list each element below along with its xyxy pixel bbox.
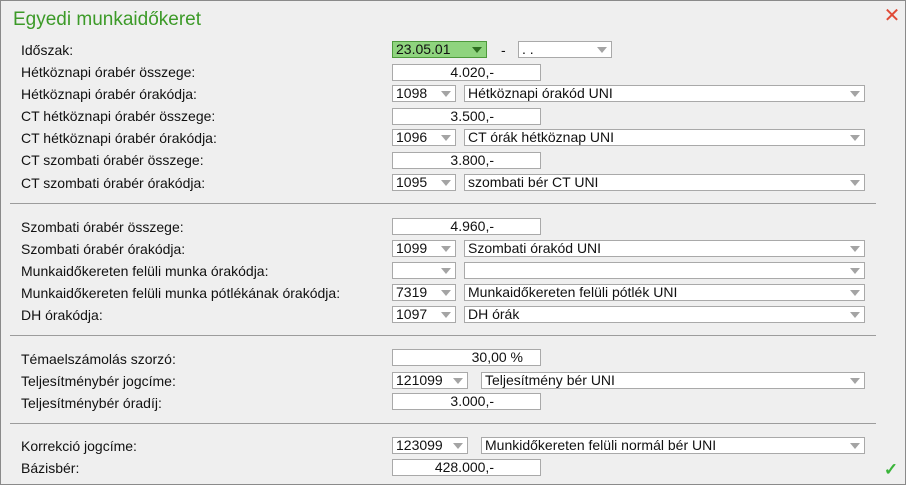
ct-hetkoz-orakod-code-select[interactable]: 1096 bbox=[392, 129, 456, 146]
ct-szomb-orakod-code: 1095 bbox=[396, 174, 428, 190]
chevron-down-icon bbox=[850, 91, 860, 97]
chevron-down-icon bbox=[850, 180, 860, 186]
ct-hetkoz-orakod-label: CT hétköznapi órabér órakódja: bbox=[21, 130, 217, 146]
hetkoz-orakod-code: 1098 bbox=[396, 85, 428, 101]
chevron-down-icon bbox=[850, 290, 860, 296]
chevron-down-icon bbox=[850, 135, 860, 141]
ct-hetkoz-osszeg-field[interactable]: 3.500,- bbox=[392, 108, 541, 125]
close-icon[interactable]: ✕ bbox=[882, 6, 902, 26]
chevron-down-icon bbox=[850, 246, 860, 252]
chevron-down-icon bbox=[441, 246, 451, 252]
hetkoz-osszeg-label: Hétköznapi órabér összege: bbox=[21, 64, 196, 80]
felul-potlek-name-select[interactable]: Munkaidőkereten felüli pótlék UNI bbox=[464, 284, 865, 301]
idoszak-label: Időszak: bbox=[21, 42, 74, 58]
szomb-osszeg-label: Szombati órabér összege: bbox=[21, 219, 184, 235]
idoszak-to-select[interactable]: . . bbox=[518, 41, 612, 58]
ct-szomb-orakod-code-select[interactable]: 1095 bbox=[392, 174, 456, 191]
szomb-orakod-code-select[interactable]: 1099 bbox=[392, 240, 456, 257]
dh-orakod-name: DH órák bbox=[468, 306, 520, 322]
chevron-down-icon bbox=[453, 443, 463, 449]
bazisber-label: Bázisbér: bbox=[21, 460, 80, 476]
tema-szorzo-field[interactable]: 30,00 % bbox=[392, 349, 541, 366]
telj-jogcim-code: 121099 bbox=[396, 372, 443, 388]
felul-orakod-name-select[interactable] bbox=[464, 262, 865, 279]
dialog: Egyedi munkaidőkeret ✕ Időszak: 23.05.01… bbox=[0, 0, 906, 485]
idoszak-from-select[interactable]: 23.05.01 bbox=[392, 41, 487, 58]
idoszak-separator: - bbox=[501, 42, 506, 58]
chevron-down-icon bbox=[850, 268, 860, 274]
ct-hetkoz-orakod-code: 1096 bbox=[396, 129, 428, 145]
telj-jogcim-name-select[interactable]: Teljesítmény bér UNI bbox=[481, 372, 865, 389]
chevron-down-icon bbox=[453, 378, 463, 384]
dh-orakod-code: 1097 bbox=[396, 306, 428, 322]
chevron-down-icon bbox=[441, 268, 451, 274]
idoszak-from-value: 23.05.01 bbox=[396, 41, 451, 57]
korr-jogcim-name-select[interactable]: Munkidőkereten felüli normál bér UNI bbox=[481, 437, 865, 454]
hetkoz-orakod-code-select[interactable]: 1098 bbox=[392, 85, 456, 102]
section-divider bbox=[10, 203, 876, 204]
tema-szorzo-label: Témaelszámolás szorzó: bbox=[21, 351, 176, 367]
felul-potlek-name: Munkaidőkereten felüli pótlék UNI bbox=[468, 284, 678, 300]
chevron-down-icon bbox=[441, 180, 451, 186]
szomb-orakod-name-select[interactable]: Szombati órakód UNI bbox=[464, 240, 865, 257]
hetkoz-orakod-label: Hétköznapi órabér órakódja: bbox=[21, 86, 197, 102]
section-divider bbox=[10, 335, 876, 336]
telj-jogcim-name: Teljesítmény bér UNI bbox=[485, 372, 615, 388]
ct-szomb-orakod-name: szombati bér CT UNI bbox=[468, 174, 599, 190]
hetkoz-orakod-name: Hétköznapi órakód UNI bbox=[468, 85, 613, 101]
idoszak-to-value: . . bbox=[522, 41, 534, 57]
telj-oradij-label: Teljesítménybér óradíj: bbox=[21, 395, 162, 411]
szomb-orakod-label: Szombati órabér órakódja: bbox=[21, 241, 186, 257]
szomb-osszeg-field[interactable]: 4.960,- bbox=[392, 218, 541, 235]
confirm-check-icon[interactable]: ✓ bbox=[881, 460, 901, 480]
felul-orakod-code-select[interactable] bbox=[392, 262, 456, 279]
korr-jogcim-name: Munkidőkereten felüli normál bér UNI bbox=[485, 437, 717, 453]
chevron-down-icon bbox=[850, 312, 860, 318]
telj-jogcim-code-select[interactable]: 121099 bbox=[392, 372, 468, 389]
hetkoz-orakod-name-select[interactable]: Hétköznapi órakód UNI bbox=[464, 85, 865, 102]
chevron-down-icon bbox=[597, 47, 607, 53]
chevron-down-icon bbox=[441, 135, 451, 141]
korr-jogcim-label: Korrekció jogcíme: bbox=[21, 438, 137, 454]
ct-hetkoz-orakod-name: CT órák hétköznap UNI bbox=[468, 129, 615, 145]
ct-szomb-orakod-name-select[interactable]: szombati bér CT UNI bbox=[464, 174, 865, 191]
telj-jogcim-label: Teljesítménybér jogcíme: bbox=[21, 373, 176, 389]
szomb-orakod-name: Szombati órakód UNI bbox=[468, 240, 602, 256]
felul-potlek-code-select[interactable]: 7319 bbox=[392, 284, 456, 301]
felul-orakod-label: Munkaidőkereten felüli munka órakódja: bbox=[21, 263, 269, 279]
korr-jogcim-code-select[interactable]: 123099 bbox=[392, 437, 468, 454]
felul-potlek-label: Munkaidőkereten felüli munka pótlékának … bbox=[21, 285, 341, 301]
chevron-down-icon bbox=[441, 290, 451, 296]
korr-jogcim-code: 123099 bbox=[396, 437, 443, 453]
chevron-down-icon bbox=[441, 91, 451, 97]
ct-szomb-osszeg-label: CT szombati órabér összege: bbox=[21, 152, 204, 168]
ct-szomb-orakod-label: CT szombati órabér órakódja: bbox=[21, 175, 206, 191]
chevron-down-icon bbox=[850, 443, 860, 449]
szomb-orakod-code: 1099 bbox=[396, 240, 428, 256]
ct-hetkoz-osszeg-label: CT hétköznapi órabér összege: bbox=[21, 108, 216, 124]
chevron-down-icon bbox=[850, 378, 860, 384]
chevron-down-icon bbox=[472, 47, 482, 53]
hetkoz-osszeg-field[interactable]: 4.020,- bbox=[392, 64, 541, 81]
chevron-down-icon bbox=[441, 312, 451, 318]
ct-szomb-osszeg-field[interactable]: 3.800,- bbox=[392, 152, 541, 169]
dh-orakod-label: DH órakódja: bbox=[21, 307, 103, 323]
felul-potlek-code: 7319 bbox=[396, 284, 428, 300]
telj-oradij-field[interactable]: 3.000,- bbox=[392, 393, 541, 410]
dh-orakod-name-select[interactable]: DH órák bbox=[464, 306, 865, 323]
dh-orakod-code-select[interactable]: 1097 bbox=[392, 306, 456, 323]
dialog-title: Egyedi munkaidőkeret bbox=[13, 9, 201, 30]
ct-hetkoz-orakod-name-select[interactable]: CT órák hétköznap UNI bbox=[464, 129, 865, 146]
section-divider bbox=[10, 423, 876, 424]
bazisber-field[interactable]: 428.000,- bbox=[392, 459, 541, 476]
